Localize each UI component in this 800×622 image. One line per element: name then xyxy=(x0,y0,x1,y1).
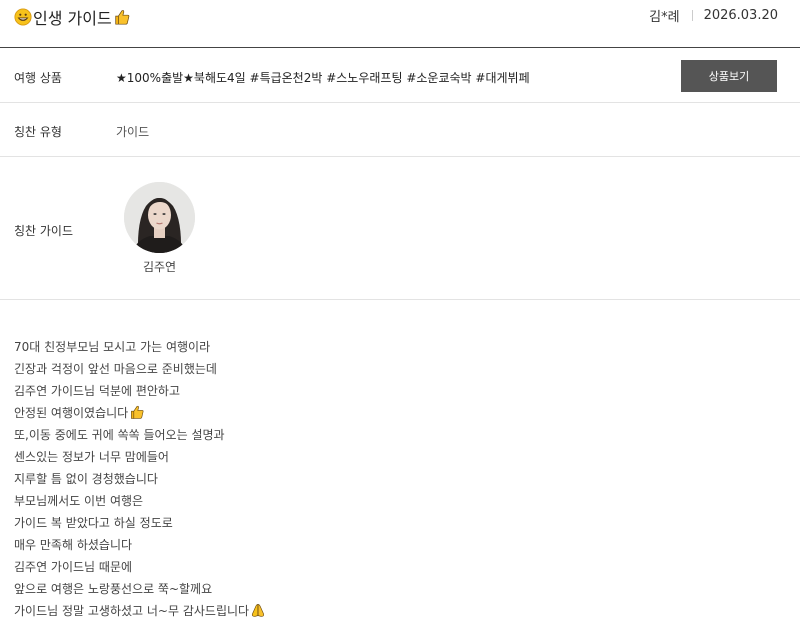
post-header: 인생 가이드 김*례 2026.03.20 xyxy=(0,0,800,48)
review-line: 안정된 여행이였습니다 xyxy=(14,401,266,423)
post-title-text: 인생 가이드 xyxy=(33,9,112,28)
review-line: 김주연 가이드님 덕분에 편안하고 xyxy=(14,383,181,398)
guide-name: 김주연 xyxy=(142,260,177,274)
review-line: 또,이동 중에도 귀에 쏙쏙 들어오는 설명과 xyxy=(14,427,225,442)
thumbs-up-icon xyxy=(131,405,144,419)
praise-type-value: 가이드 xyxy=(116,125,150,139)
review-line: 센스있는 정보가 너무 맘에들어 xyxy=(14,449,169,464)
review-line: 지루할 틈 없이 경청했습니다 xyxy=(14,471,158,486)
product-label: 여행 상품 xyxy=(14,71,62,85)
review-line: 가이드 복 받았다고 하실 정도로 xyxy=(14,515,173,530)
review-line: 70대 친정부모님 모시고 가는 여행이라 xyxy=(14,339,211,354)
post-title: 인생 가이드 xyxy=(14,5,131,29)
author-name: 김*례 xyxy=(649,10,680,25)
review-line: 매우 만족해 하셨습니다 xyxy=(14,537,133,552)
review-body: 70대 친정부모님 모시고 가는 여행이라 긴장과 걱정이 앞선 마음으로 준비… xyxy=(14,335,266,621)
guide-photo xyxy=(124,182,195,253)
view-product-button[interactable]: 상품보기 xyxy=(681,60,777,92)
thumbs-up-icon xyxy=(115,10,129,25)
review-line: 가이드님 정말 고생하셨고 너~무 감사드립니다 xyxy=(14,599,266,621)
grinning-face-icon xyxy=(14,8,32,26)
review-line: 긴장과 걱정이 앞선 마음으로 준비했는데 xyxy=(14,361,217,376)
praise-type-row: 칭찬 유형 가이드 xyxy=(0,103,800,157)
guide-avatar xyxy=(124,182,195,253)
review-line: 부모님께서도 이번 여행은 xyxy=(14,493,144,508)
praise-guide-label: 칭찬 가이드 xyxy=(14,224,74,238)
praise-type-label: 칭찬 유형 xyxy=(14,125,62,139)
folded-hands-icon xyxy=(252,604,265,617)
post-date: 2026.03.20 xyxy=(703,8,778,23)
post-meta: 김*례 2026.03.20 xyxy=(649,6,778,25)
product-name: ★100%출발★북해도4일 #특급온천2박 #스노우래프팅 #소운쿄숙박 #대게… xyxy=(116,71,530,85)
praise-guide-row: 칭찬 가이드 김주연 xyxy=(0,157,800,300)
review-line: 김주연 가이드님 때문에 xyxy=(14,559,133,574)
review-line: 앞으로 여행은 노랑풍선으로 쭉~할께요 xyxy=(14,581,213,596)
meta-divider xyxy=(691,10,693,21)
product-row: 여행 상품 ★100%출발★북해도4일 #특급온천2박 #스노우래프팅 #소운쿄… xyxy=(0,49,800,103)
